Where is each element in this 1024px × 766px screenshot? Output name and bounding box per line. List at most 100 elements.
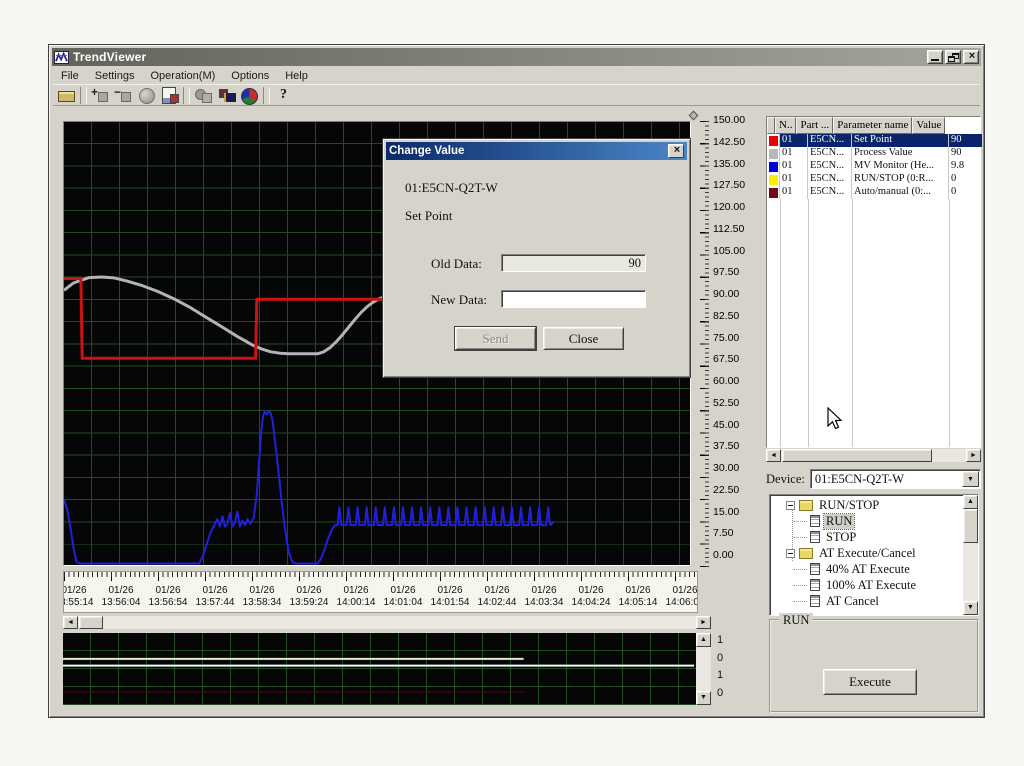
timeline-scrollbar[interactable]: ◄ ► (63, 616, 711, 629)
tree-item[interactable]: AT Execute/Cancel (770, 545, 962, 561)
table-row[interactable]: 01 E5CN... RUN/STOP (0:R... 0 (767, 173, 980, 186)
scroll-down-button[interactable]: ▼ (963, 601, 978, 615)
close-button[interactable]: × (963, 50, 979, 64)
dialog-close-button[interactable]: Close (543, 327, 624, 350)
time-label-time: 13:56:04 (102, 597, 141, 609)
time-label-time: 14:02:44 (478, 597, 517, 609)
toolbar-separator[interactable] (183, 87, 190, 104)
time-axis-label: 01/26 14:01:54 (431, 585, 470, 609)
table-row[interactable]: 01 E5CN... MV Monitor (He... 9.8 (767, 160, 980, 173)
column-header[interactable]: Parameter name (833, 117, 912, 134)
old-data-label: Old Data: (431, 256, 482, 272)
cell-number: 01 (780, 147, 808, 160)
time-axis-label: 01/26 13:55:14 (63, 585, 93, 609)
scatter-icon[interactable] (192, 86, 215, 105)
send-button[interactable]: Send (455, 327, 536, 350)
document-icon (810, 595, 820, 607)
column-header[interactable]: Part ... (796, 117, 833, 134)
tree-item[interactable]: 100% AT Execute (770, 577, 962, 593)
combo-dropdown-button[interactable]: ▼ (962, 471, 979, 487)
toolbar-separator[interactable] (263, 87, 270, 104)
y-axis-tick-label: 15.00 (713, 507, 763, 518)
document-icon (810, 579, 820, 591)
time-axis-label: 01/26 13:56:04 (102, 585, 141, 609)
scroll-right-button[interactable]: ► (966, 449, 981, 462)
tree-item[interactable]: STOP (770, 529, 962, 545)
table-row[interactable]: 01 E5CN... Process Value 90 (767, 147, 980, 160)
scroll-right-button[interactable]: ► (696, 616, 711, 629)
tree-scrollbar[interactable]: ▲ ▼ (963, 495, 978, 615)
y-axis-tick-label: 60.00 (713, 376, 763, 387)
menu-item[interactable]: Settings (87, 68, 143, 84)
device-combobox[interactable]: 01:E5CN-Q2T-W ▼ (810, 469, 981, 489)
report-icon[interactable] (158, 86, 181, 105)
table-row[interactable]: 01 E5CN... Set Point 90 (767, 134, 980, 147)
time-axis-label: 01/26 13:58:34 (243, 585, 282, 609)
menu-item[interactable]: Help (277, 68, 316, 84)
menu-item[interactable]: Operation(M) (142, 68, 223, 84)
tree-item[interactable]: 40% AT Execute (770, 561, 962, 577)
cell-value: 90 (949, 147, 982, 160)
axis-slider-marker[interactable] (689, 111, 699, 121)
tree-item-label: RUN/STOP (817, 498, 881, 513)
y-axis-tick-label: 82.50 (713, 311, 763, 322)
cell-part: E5CN... (808, 173, 852, 186)
y-axis-tick-label: 150.00 (713, 115, 763, 126)
column-header[interactable]: N.. (775, 117, 796, 134)
table-row[interactable]: 01 E5CN... Auto/manual (0:... 0 (767, 186, 980, 199)
digital-chart-scrollbar[interactable]: ▲ ▼ (696, 633, 711, 705)
scroll-left-button[interactable]: ◄ (766, 449, 781, 462)
column-header[interactable]: Value (912, 117, 945, 134)
tree-expander-icon[interactable] (786, 549, 795, 558)
tree-expander-icon[interactable] (786, 501, 795, 510)
help-icon[interactable] (272, 86, 295, 105)
document-icon (810, 515, 820, 527)
y-axis-tick-label: 22.50 (713, 485, 763, 496)
scrollbar-thumb[interactable] (963, 509, 978, 543)
tree-item-label: STOP (824, 530, 858, 545)
scroll-up-button[interactable]: ▲ (696, 633, 711, 647)
minimize-button[interactable] (927, 50, 943, 64)
scrollbar-thumb[interactable] (782, 449, 932, 462)
pie-icon[interactable] (238, 86, 261, 105)
new-data-input[interactable] (501, 290, 646, 308)
execute-button[interactable]: Execute (823, 669, 917, 695)
table-scrollbar[interactable]: ◄ ► (766, 449, 981, 462)
toolbar-separator[interactable] (80, 87, 87, 104)
cell-parameter-name: Auto/manual (0:... (852, 186, 949, 199)
layers-icon[interactable] (215, 86, 238, 105)
column-header[interactable] (767, 117, 775, 134)
tree-item[interactable]: AT Cancel (770, 593, 962, 609)
y-axis-tick-label: 127.50 (713, 180, 763, 191)
tree-item[interactable]: RUN/STOP (770, 497, 962, 513)
mouse-cursor (827, 407, 845, 431)
new-data-label: New Data: (431, 292, 487, 308)
time-label-time: 14:03:34 (525, 597, 564, 609)
tree-item[interactable]: RUN (770, 513, 962, 529)
time-label-date: 01/26 (149, 585, 188, 597)
remove-trace-icon[interactable] (112, 86, 135, 105)
time-axis-label: 01/26 14:01:04 (384, 585, 423, 609)
open-file-icon[interactable] (55, 86, 78, 105)
menu-item[interactable]: Options (223, 68, 277, 84)
scrollbar-thumb[interactable] (79, 616, 103, 629)
dialog-close-icon[interactable]: × (668, 144, 684, 158)
y-axis-tick-label: 112.50 (713, 224, 763, 235)
time-tick-marks (64, 572, 697, 581)
scroll-up-button[interactable]: ▲ (963, 495, 978, 509)
series-color-swatch (769, 162, 778, 172)
old-data-field: 90 (501, 254, 646, 272)
scroll-left-button[interactable]: ◄ (63, 616, 78, 629)
add-trace-icon[interactable] (89, 86, 112, 105)
scroll-down-button[interactable]: ▼ (696, 691, 711, 705)
time-axis-label: 01/26 14:02:44 (478, 585, 517, 609)
globe-icon[interactable] (135, 86, 158, 105)
time-axis-label: 01/26 13:57:44 (196, 585, 235, 609)
digital-series-plot (63, 633, 694, 703)
restore-button[interactable] (945, 50, 961, 64)
time-label-time: 14:01:54 (431, 597, 470, 609)
menu-item[interactable]: File (53, 68, 87, 84)
time-label-date: 01/26 (572, 585, 611, 597)
change-value-dialog: Change Value × 01:E5CN-Q2T-W Set Point O… (382, 138, 691, 378)
time-axis-label: 01/26 13:59:24 (290, 585, 329, 609)
